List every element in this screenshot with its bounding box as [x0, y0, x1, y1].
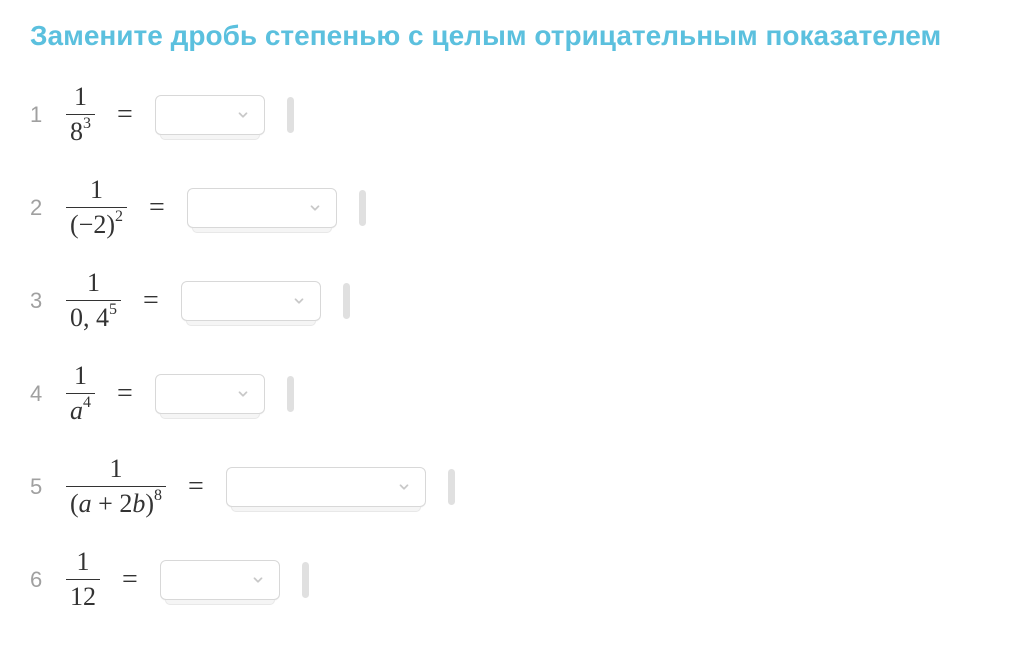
status-indicator [287, 97, 294, 133]
denom-var1: a [79, 489, 92, 518]
status-indicator [359, 190, 366, 226]
fraction: 1 12 [66, 547, 100, 612]
problem-row: 1 1 83 = [30, 82, 998, 147]
denominator-exp: 3 [83, 115, 91, 132]
answer-dropdown[interactable] [187, 188, 337, 228]
fraction: 1 83 [66, 82, 95, 147]
problem-number: 3 [30, 288, 50, 314]
chevron-down-icon [397, 480, 411, 494]
answer-dropdown[interactable] [155, 95, 265, 135]
problem-row: 5 1 (a + 2b)8 = [30, 454, 998, 519]
denominator-base: a [70, 396, 83, 425]
status-indicator [287, 376, 294, 412]
denominator-exp: 5 [109, 301, 117, 318]
equals-sign: = [149, 192, 165, 224]
answer-dropdown[interactable] [181, 281, 321, 321]
problem-row: 6 1 12 = [30, 547, 998, 612]
denominator: 0, 45 [66, 300, 121, 333]
problem-number: 6 [30, 567, 50, 593]
problem-number: 5 [30, 474, 50, 500]
numerator: 1 [70, 361, 91, 393]
status-indicator [343, 283, 350, 319]
denominator-base: 0, 4 [70, 303, 109, 332]
denominator: (a + 2b)8 [66, 486, 166, 519]
problem-list: 1 1 83 = 2 1 (−2)2 = [30, 82, 998, 612]
answer-dropdown[interactable] [160, 560, 280, 600]
denominator-exp: 4 [83, 394, 91, 411]
denominator-exp: 2 [115, 208, 123, 225]
numerator: 1 [83, 268, 104, 300]
equals-sign: = [117, 378, 133, 410]
problem-number: 2 [30, 195, 50, 221]
status-indicator [302, 562, 309, 598]
denom-close: ) [145, 489, 154, 518]
fraction: 1 (−2)2 [66, 175, 127, 240]
chevron-down-icon [308, 201, 322, 215]
answer-dropdown[interactable] [226, 467, 426, 507]
equals-sign: = [143, 285, 159, 317]
fraction: 1 (a + 2b)8 [66, 454, 166, 519]
equals-sign: = [188, 471, 204, 503]
numerator: 1 [70, 82, 91, 114]
problem-row: 3 1 0, 45 = [30, 268, 998, 333]
numerator: 1 [106, 454, 127, 486]
chevron-down-icon [292, 294, 306, 308]
denom-mid: + 2 [92, 489, 133, 518]
denominator: 83 [66, 114, 95, 147]
denominator-base: 12 [70, 582, 96, 611]
denom-open: ( [70, 489, 79, 518]
chevron-down-icon [236, 108, 250, 122]
chevron-down-icon [251, 573, 265, 587]
equals-sign: = [117, 99, 133, 131]
denominator: a4 [66, 393, 95, 426]
problem-row: 2 1 (−2)2 = [30, 175, 998, 240]
chevron-down-icon [236, 387, 250, 401]
denominator-base: 8 [70, 117, 83, 146]
denom-var2: b [132, 489, 145, 518]
denominator: (−2)2 [66, 207, 127, 240]
problem-row: 4 1 a4 = [30, 361, 998, 426]
fraction: 1 0, 45 [66, 268, 121, 333]
denominator-exp: 8 [154, 487, 162, 504]
fraction: 1 a4 [66, 361, 95, 426]
answer-dropdown[interactable] [155, 374, 265, 414]
numerator: 1 [73, 547, 94, 579]
denominator: 12 [66, 579, 100, 612]
denominator-base: (−2) [70, 210, 115, 239]
numerator: 1 [86, 175, 107, 207]
page-title: Замените дробь степенью с целым отрицате… [30, 20, 998, 52]
problem-number: 4 [30, 381, 50, 407]
problem-number: 1 [30, 102, 50, 128]
status-indicator [448, 469, 455, 505]
equals-sign: = [122, 564, 138, 596]
